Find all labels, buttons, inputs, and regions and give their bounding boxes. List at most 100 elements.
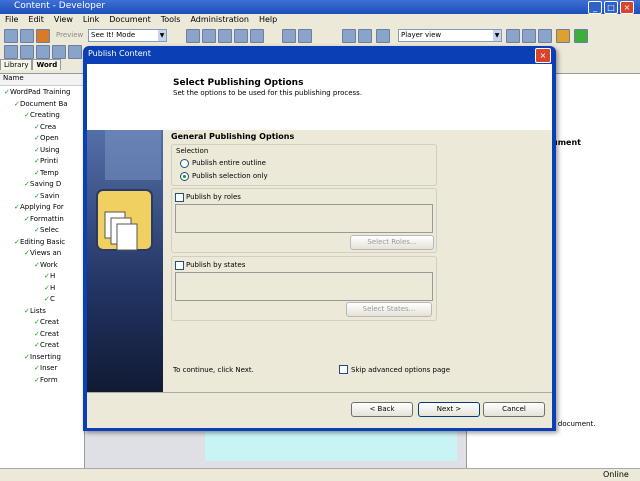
skip-advanced-checkbox[interactable]	[339, 365, 348, 374]
cancel-button[interactable]: Cancel	[483, 402, 545, 417]
tree-item[interactable]: ✓Creat	[34, 318, 59, 326]
tree-item[interactable]: ✓C	[44, 295, 55, 303]
spelling-icon[interactable]	[342, 29, 356, 43]
properties-icon[interactable]	[36, 29, 50, 43]
selection-group: Selection Publish entire outline Publish…	[171, 144, 437, 186]
view-select[interactable]: Player view ▼	[398, 29, 502, 42]
options-panel: General Publishing Options Selection Pub…	[163, 130, 552, 392]
preview-button[interactable]: Preview	[56, 31, 83, 39]
save-icon[interactable]	[20, 29, 34, 43]
publish-by-roles-checkbox[interactable]	[175, 193, 184, 202]
dialog-close-button[interactable]: ×	[535, 48, 551, 63]
roles-list[interactable]	[175, 204, 433, 233]
tree-item[interactable]: ✓Creat	[34, 330, 59, 338]
tree-item[interactable]: ✓Inser	[34, 364, 57, 372]
publish-entire-radio[interactable]	[180, 159, 189, 168]
tree-item[interactable]: ✓Savin	[34, 192, 59, 200]
delete-icon[interactable]	[234, 29, 248, 43]
publish-content-dialog: Publish Content × Select Publishing Opti…	[83, 46, 556, 431]
tree-item[interactable]: ✓H	[44, 284, 55, 292]
tab-library[interactable]: Library	[0, 59, 33, 70]
find-icon[interactable]	[250, 29, 264, 43]
menu-view[interactable]: View	[49, 14, 78, 25]
tab-word[interactable]: Word	[32, 59, 62, 70]
outline-icon[interactable]	[4, 45, 18, 59]
tree-item-label: Inser	[40, 364, 58, 372]
tree-item-label: H	[50, 283, 56, 292]
tree-item[interactable]: ✓Inserting	[24, 353, 61, 361]
back-button[interactable]: < Back	[351, 402, 413, 417]
help-icon[interactable]	[376, 29, 390, 43]
copy-icon[interactable]	[202, 29, 216, 43]
close-button[interactable]: ×	[620, 1, 634, 14]
menu-help[interactable]: Help	[254, 14, 282, 25]
link-icon[interactable]	[52, 45, 66, 59]
tree-item[interactable]: ✓Formattin	[24, 215, 64, 223]
tree-item[interactable]: ✓Temp	[34, 169, 59, 177]
publish-selection-radio[interactable]	[180, 172, 189, 181]
pane-heading: ument	[552, 138, 581, 147]
publish-illustration-icon	[96, 90, 161, 251]
refresh-icon[interactable]	[574, 29, 588, 43]
publish-by-states-checkbox[interactable]	[175, 261, 184, 270]
section-icon[interactable]	[20, 45, 34, 59]
dialog-header: Select Publishing Options Set the option…	[87, 64, 552, 131]
paste-icon[interactable]	[218, 29, 232, 43]
cut-icon[interactable]	[186, 29, 200, 43]
tree-item[interactable]: ✓Saving D	[24, 180, 61, 188]
topic-icon[interactable]	[36, 45, 50, 59]
dialog-footer: < Back Next > Cancel	[87, 392, 552, 428]
tree-item-label: Open	[40, 134, 59, 142]
publish-by-roles-label: Publish by roles	[186, 193, 241, 201]
states-group: Publish by states Select States...	[171, 256, 437, 321]
menu-link[interactable]: Link	[78, 14, 104, 25]
record-icon[interactable]	[68, 45, 82, 59]
wizard-side-image	[87, 90, 163, 392]
status-bar: Online	[0, 468, 640, 481]
new-icon[interactable]	[4, 29, 18, 43]
menu-tools[interactable]: Tools	[156, 14, 186, 25]
tree-item[interactable]: ✓Work	[34, 261, 58, 269]
states-list[interactable]	[175, 272, 433, 301]
select-states-button[interactable]: Select States...	[346, 302, 432, 317]
tree-item[interactable]: ✓Selec	[34, 226, 59, 234]
tree-item-label: Editing Basic	[20, 237, 66, 246]
next-button[interactable]: Next >	[418, 402, 480, 417]
layout3-icon[interactable]	[538, 29, 552, 43]
tree-item[interactable]: ✓Using	[34, 146, 60, 154]
select-roles-button[interactable]: Select Roles...	[350, 235, 434, 250]
tree-item[interactable]: ✓Document Ba	[14, 100, 68, 108]
tree-item[interactable]: ✓Printi	[34, 157, 58, 165]
tree-item-label: Views an	[30, 249, 62, 257]
tree-item[interactable]: ✓Creating	[24, 111, 60, 119]
redo-icon[interactable]	[298, 29, 312, 43]
tree-item-label: Lists	[30, 306, 46, 315]
tree-item-label: Form	[40, 375, 58, 384]
tree-item[interactable]: ✓Crea	[34, 123, 56, 131]
minimize-button[interactable]: _	[588, 1, 602, 14]
tree-item-label: Crea	[40, 122, 57, 131]
tree-item[interactable]: ✓Lists	[24, 307, 46, 315]
tree-item[interactable]: ✓Applying For	[14, 203, 64, 211]
menu-edit[interactable]: Edit	[23, 14, 49, 25]
tree-item[interactable]: ✓Views an	[24, 249, 61, 257]
publish-icon[interactable]	[556, 29, 570, 43]
layout1-icon[interactable]	[506, 29, 520, 43]
layout2-icon[interactable]	[522, 29, 536, 43]
tree-item[interactable]: ✓WordPad Training	[4, 88, 70, 96]
mode-select[interactable]: See It! Mode ▼	[88, 29, 167, 42]
menu-file[interactable]: File	[0, 14, 23, 25]
format-icon[interactable]	[358, 29, 372, 43]
menu-administration[interactable]: Administration	[185, 14, 254, 25]
tree-item[interactable]: ✓Form	[34, 376, 58, 384]
tree-item[interactable]: ✓Editing Basic	[14, 238, 65, 246]
main-toolbar: Preview See It! Mode ▼ Player view ▼	[0, 27, 640, 44]
maximize-button[interactable]: □	[604, 1, 618, 14]
menu-document[interactable]: Document	[104, 14, 155, 25]
tree-item-label: Printi	[40, 157, 59, 165]
view-value: Player view	[401, 31, 442, 39]
tree-item[interactable]: ✓H	[44, 272, 55, 280]
tree-item[interactable]: ✓Open	[34, 134, 59, 142]
tree-item[interactable]: ✓Creat	[34, 341, 59, 349]
undo-icon[interactable]	[282, 29, 296, 43]
